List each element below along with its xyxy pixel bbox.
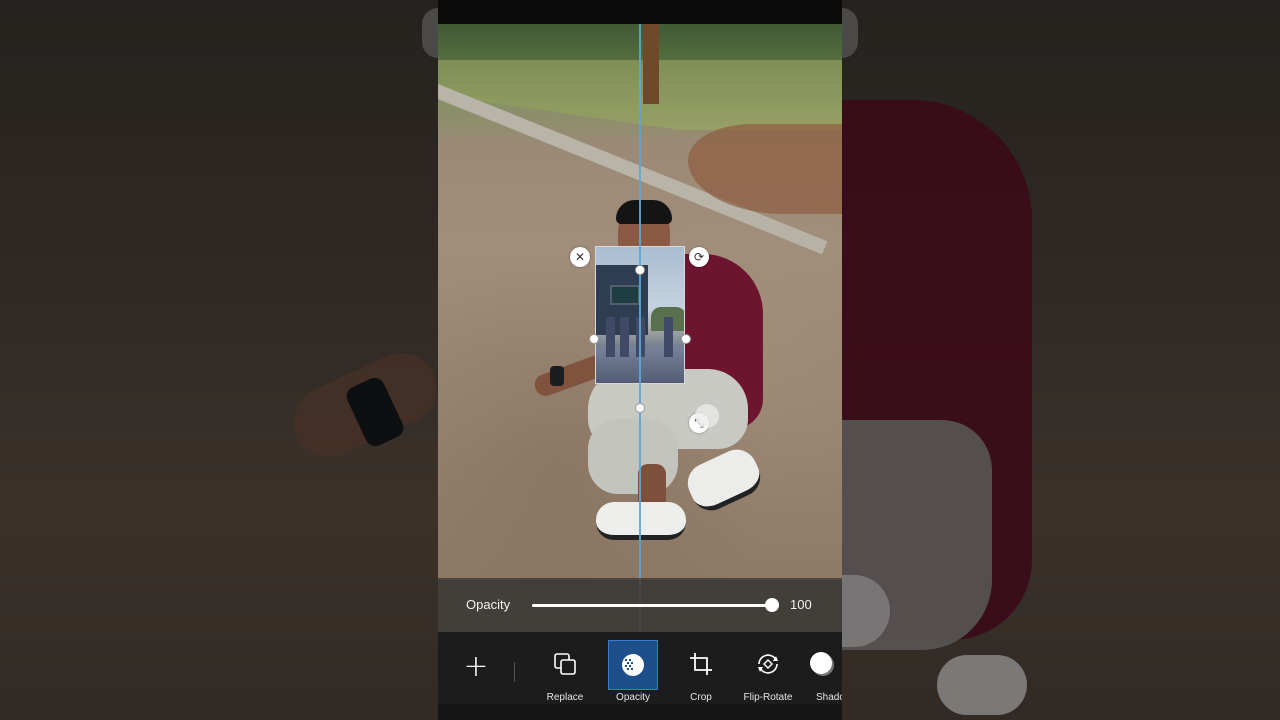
tool-replace[interactable]: Replace: [532, 632, 598, 704]
person-watch: [550, 366, 564, 386]
sticker-close-icon[interactable]: ✕: [570, 247, 590, 267]
sticker-pillar: [606, 317, 615, 357]
navigation-strip: [438, 704, 842, 720]
person-hair: [616, 200, 672, 224]
opacity-slider-thumb[interactable]: [765, 598, 779, 612]
add-layer-button[interactable]: +: [460, 652, 492, 684]
tool-label: Replace: [546, 692, 584, 703]
sticker-pillar: [664, 317, 673, 357]
touch-indicator: [695, 404, 719, 428]
blurred-backdrop-right: [842, 0, 1280, 720]
person-shoe-front: [596, 502, 686, 540]
opacity-slider[interactable]: [532, 598, 779, 612]
toolbar-divider: [514, 662, 515, 682]
opacity-panel: Opacity 100: [438, 578, 842, 632]
opacity-slider-fill: [532, 604, 772, 607]
opacity-label: Opacity: [466, 597, 511, 612]
tool-flip-rotate[interactable]: Flip-Rotate: [735, 632, 801, 704]
tool-label: Flip-Rotate: [743, 692, 793, 703]
sticker-pillar: [620, 317, 629, 357]
opacity-icon: [622, 654, 644, 676]
crop-icon: [690, 653, 712, 675]
tool-label: Shadow: [816, 692, 842, 703]
bottom-toolbar: + Replace Opacity Crop Flip-Rotate Shad: [438, 632, 842, 704]
tool-shadow[interactable]: Shadow: [800, 632, 842, 704]
editor-screen: ✕ ⟳ ⤡ Opacity 100 + Replace: [438, 0, 842, 720]
opacity-value: 100: [790, 597, 812, 612]
sticker-handle-bottom[interactable]: [635, 403, 645, 413]
tool-label: Crop: [690, 692, 712, 703]
shadow-icon: [810, 652, 834, 676]
sticker-sign-panel: [610, 285, 640, 305]
center-guide-line: [639, 24, 641, 630]
sticker-handle-right[interactable]: [681, 334, 691, 344]
replace-icon: [554, 653, 576, 675]
flip-rotate-icon: [758, 654, 778, 674]
tool-crop[interactable]: Crop: [668, 632, 734, 704]
tool-label: Opacity: [616, 692, 650, 703]
sticker-handle-left[interactable]: [589, 334, 599, 344]
sticker-handle-top[interactable]: [635, 265, 645, 275]
status-bar: [438, 0, 842, 24]
tool-opacity[interactable]: Opacity: [600, 632, 666, 704]
blurred-backdrop-left: [0, 0, 438, 720]
sticker-rotate-icon[interactable]: ⟳: [689, 247, 709, 267]
